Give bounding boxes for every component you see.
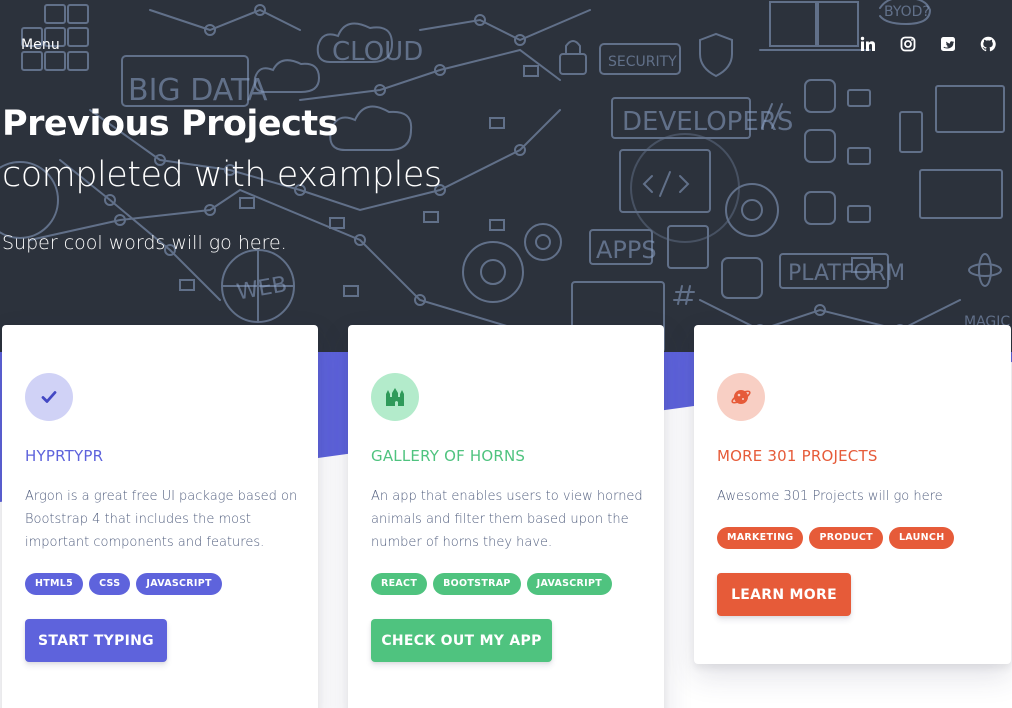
bg-label-byod: BYOD? bbox=[884, 4, 930, 20]
menu-button[interactable]: Menu bbox=[21, 37, 60, 53]
page-title: Previous Projects bbox=[2, 104, 338, 144]
card-description: Awesome 301 Projects will go here bbox=[717, 489, 943, 504]
card-description: Argon is a great free UI package based o… bbox=[25, 489, 298, 550]
card-description: An app that enables users to view horned… bbox=[371, 489, 643, 550]
tag-badge: BOOTSTRAP bbox=[433, 573, 521, 595]
card-icon-wrapper bbox=[371, 373, 419, 421]
card-title: GALLERY OF HORNS bbox=[371, 447, 526, 465]
card-title: MORE 301 PROJECTS bbox=[717, 447, 878, 465]
tag-badge: JAVASCRIPT bbox=[136, 573, 222, 595]
page-tagline: Super cool words will go here. bbox=[2, 232, 287, 254]
project-card-more-301-projects: MORE 301 PROJECTS Awesome 301 Projects w… bbox=[694, 325, 1011, 664]
bg-label-developers: DEVELOPERS bbox=[622, 107, 793, 137]
planet-icon bbox=[731, 390, 751, 404]
social-links bbox=[860, 36, 996, 52]
tag-badge: REACT bbox=[371, 573, 428, 595]
card-tags: REACT BOOTSTRAP JAVASCRIPT bbox=[371, 573, 613, 595]
card-tags: MARKETING PRODUCT LAUNCH bbox=[717, 527, 955, 549]
castle-icon bbox=[386, 388, 404, 406]
bg-label-web: WEB bbox=[235, 272, 289, 305]
card-tags: HTML5 CSS JAVASCRIPT bbox=[25, 573, 222, 595]
tag-badge: MARKETING bbox=[717, 527, 804, 549]
bg-label-cloud: CLOUD bbox=[332, 37, 423, 67]
bg-label-platform: PLATFORM bbox=[788, 261, 905, 286]
project-card-gallery-of-horns: GALLERY OF HORNS An app that enables use… bbox=[348, 325, 664, 708]
github-icon[interactable] bbox=[980, 36, 996, 52]
project-card-hyprtypr: HYPRTYPR Argon is a great free UI packag… bbox=[2, 325, 318, 708]
card-icon-wrapper bbox=[717, 373, 765, 421]
tag-badge: HTML5 bbox=[25, 573, 84, 595]
page-subtitle: completed with examples bbox=[2, 155, 442, 195]
bg-label-security: SECURITY bbox=[608, 54, 677, 70]
tag-badge: CSS bbox=[89, 573, 131, 595]
check-icon bbox=[41, 391, 57, 403]
twitter-icon[interactable] bbox=[940, 36, 956, 52]
learn-more-button[interactable]: LEARN MORE bbox=[717, 573, 851, 616]
tag-badge: LAUNCH bbox=[888, 527, 955, 549]
tag-badge: JAVASCRIPT bbox=[526, 573, 613, 595]
card-icon-wrapper bbox=[25, 373, 73, 421]
instagram-icon[interactable] bbox=[900, 36, 916, 52]
bg-label-apps: APPS bbox=[596, 236, 657, 264]
tag-badge: PRODUCT bbox=[809, 527, 883, 549]
card-title: HYPRTYPR bbox=[25, 447, 104, 465]
start-typing-button[interactable]: START TYPING bbox=[25, 619, 167, 662]
linkedin-icon[interactable] bbox=[860, 36, 876, 52]
check-out-app-button[interactable]: CHECK OUT MY APP bbox=[371, 619, 552, 662]
